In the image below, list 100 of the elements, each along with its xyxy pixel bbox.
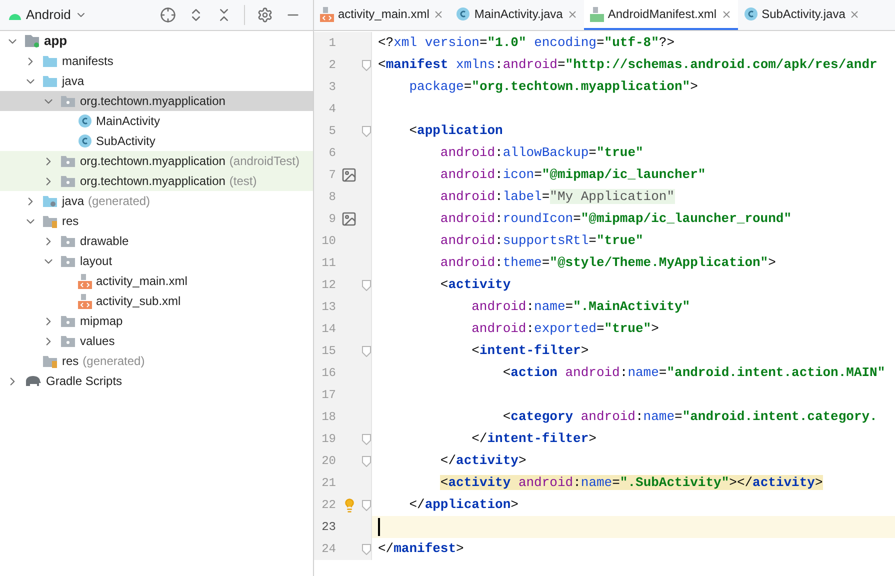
line-number: 15: [320, 343, 336, 360]
line-number: 24: [320, 541, 336, 558]
tree-item[interactable]: drawable: [0, 231, 313, 251]
tree-item[interactable]: MainActivity: [0, 111, 313, 131]
code-line: <?xml version="1.0" encoding="utf-8"?>: [378, 34, 675, 52]
line-number: 3: [328, 79, 336, 96]
tree-item[interactable]: activity_sub.xml: [0, 291, 313, 311]
settings-icon[interactable]: [257, 7, 273, 23]
tree-item-label: java: [62, 73, 84, 90]
code-line: <action android:name="android.intent.action.MAIN": [502, 364, 886, 382]
line-number: 17: [320, 387, 336, 404]
close-icon[interactable]: [433, 8, 444, 20]
tree-item-label: activity_sub.xml: [96, 293, 181, 310]
fold-marker-icon[interactable]: [362, 346, 371, 356]
tree-item[interactable]: layout: [0, 251, 313, 271]
tree-item-label: org.techtown.myapplication: [80, 93, 226, 110]
code-line: <application: [408, 122, 503, 140]
editor-tab[interactable]: SubActivity.java: [738, 0, 866, 30]
line-number: 21: [320, 475, 336, 492]
tree-item[interactable]: res: [0, 211, 313, 231]
tree-item[interactable]: org.techtown.myapplication (androidTest): [0, 151, 313, 171]
fold-marker-icon[interactable]: [362, 60, 371, 70]
tree-item-label: manifests: [62, 53, 114, 70]
fold-marker-icon[interactable]: [362, 280, 371, 290]
tree-item[interactable]: mipmap: [0, 311, 313, 331]
code-line: android:exported="true">: [470, 320, 659, 338]
editor-tab[interactable]: MainActivity.java: [450, 0, 584, 30]
folder-icon: [60, 314, 76, 328]
line-number: 13: [320, 299, 336, 316]
fold-marker-icon[interactable]: [362, 456, 371, 466]
tree-item-label: res: [62, 353, 79, 370]
class-icon: [78, 114, 92, 128]
close-icon[interactable]: [849, 8, 860, 20]
tree-item-label: drawable: [80, 233, 129, 250]
line-number: 23: [320, 519, 336, 536]
line-number: 22: [320, 497, 336, 514]
folder-icon: [60, 94, 76, 108]
tree-item-note: (androidTest): [229, 153, 300, 170]
tree-item[interactable]: res (generated): [0, 351, 313, 371]
line-number: 7: [328, 167, 336, 184]
image-icon[interactable]: [341, 167, 357, 183]
folder-icon: [60, 334, 76, 348]
tree-item[interactable]: app: [0, 31, 313, 51]
code-line: <manifest xmlns:android="http://schemas.android.com/apk/res/andr: [378, 56, 878, 74]
code-line: android:icon="@mipmap/ic_launcher": [439, 166, 706, 184]
tree-item[interactable]: org.techtown.myapplication (test): [0, 171, 313, 191]
code-line: </application>: [408, 496, 518, 514]
line-number: 12: [320, 277, 336, 294]
line-number: 4: [328, 101, 336, 118]
tree-item[interactable]: org.techtown.myapplication: [0, 91, 313, 111]
line-number: 6: [328, 145, 336, 162]
elephant-icon: [24, 375, 42, 387]
class-icon: [456, 7, 470, 21]
fold-marker-icon[interactable]: [362, 126, 371, 136]
xml-file-icon: [320, 6, 334, 22]
image-icon[interactable]: [341, 211, 357, 227]
text-cursor: [378, 518, 380, 536]
tree-item-note: (test): [229, 173, 257, 190]
tree-item[interactable]: Gradle Scripts: [0, 371, 313, 391]
code-line: android:label="My Application": [439, 188, 674, 206]
code-line: <category android:name="android.intent.category.: [502, 408, 878, 426]
fold-marker-icon[interactable]: [362, 500, 371, 510]
tree-item[interactable]: java (generated): [0, 191, 313, 211]
tree-item[interactable]: values: [0, 331, 313, 351]
tree-item-label: org.techtown.myapplication: [80, 153, 226, 170]
line-number: 16: [320, 365, 336, 382]
tree-item[interactable]: SubActivity: [0, 131, 313, 151]
code-line: </activity>: [439, 452, 526, 470]
code-line: <intent-filter>: [470, 342, 589, 360]
tree-item-label: layout: [80, 253, 112, 270]
close-icon[interactable]: [720, 8, 732, 20]
folder-icon: [42, 54, 58, 68]
line-number: 1: [328, 35, 336, 52]
line-number: 2: [328, 57, 336, 74]
locate-icon[interactable]: [160, 7, 176, 23]
fold-marker-icon[interactable]: [362, 544, 371, 554]
tree-item[interactable]: manifests: [0, 51, 313, 71]
close-icon[interactable]: [566, 8, 578, 20]
tab-label: AndroidManifest.xml: [608, 6, 717, 23]
tree-item-label: java: [62, 193, 84, 210]
folder-icon: [60, 154, 76, 168]
tab-label: SubActivity.java: [762, 6, 846, 23]
tree-item[interactable]: java: [0, 71, 313, 91]
code-line: </manifest>: [378, 540, 464, 558]
code-line: </intent-filter>: [470, 430, 596, 448]
code-line: package="org.techtown.myapplication">: [408, 78, 698, 96]
tree-item[interactable]: activity_main.xml: [0, 271, 313, 291]
tree-item-label: org.techtown.myapplication: [80, 173, 226, 190]
line-number: 8: [328, 189, 336, 206]
view-dropdown[interactable]: Android: [26, 5, 87, 25]
class-icon: [744, 7, 758, 21]
tab-label: activity_main.xml: [338, 6, 430, 23]
fold-marker-icon[interactable]: [362, 434, 371, 444]
folder-icon: [42, 354, 58, 368]
editor-tab[interactable]: AndroidManifest.xml: [584, 0, 738, 30]
tree-item-label: activity_main.xml: [96, 273, 188, 290]
line-number: 5: [328, 123, 336, 140]
editor-tab[interactable]: activity_main.xml: [314, 0, 450, 30]
tree-item-label: SubActivity: [96, 133, 156, 150]
line-number: 19: [320, 431, 336, 448]
